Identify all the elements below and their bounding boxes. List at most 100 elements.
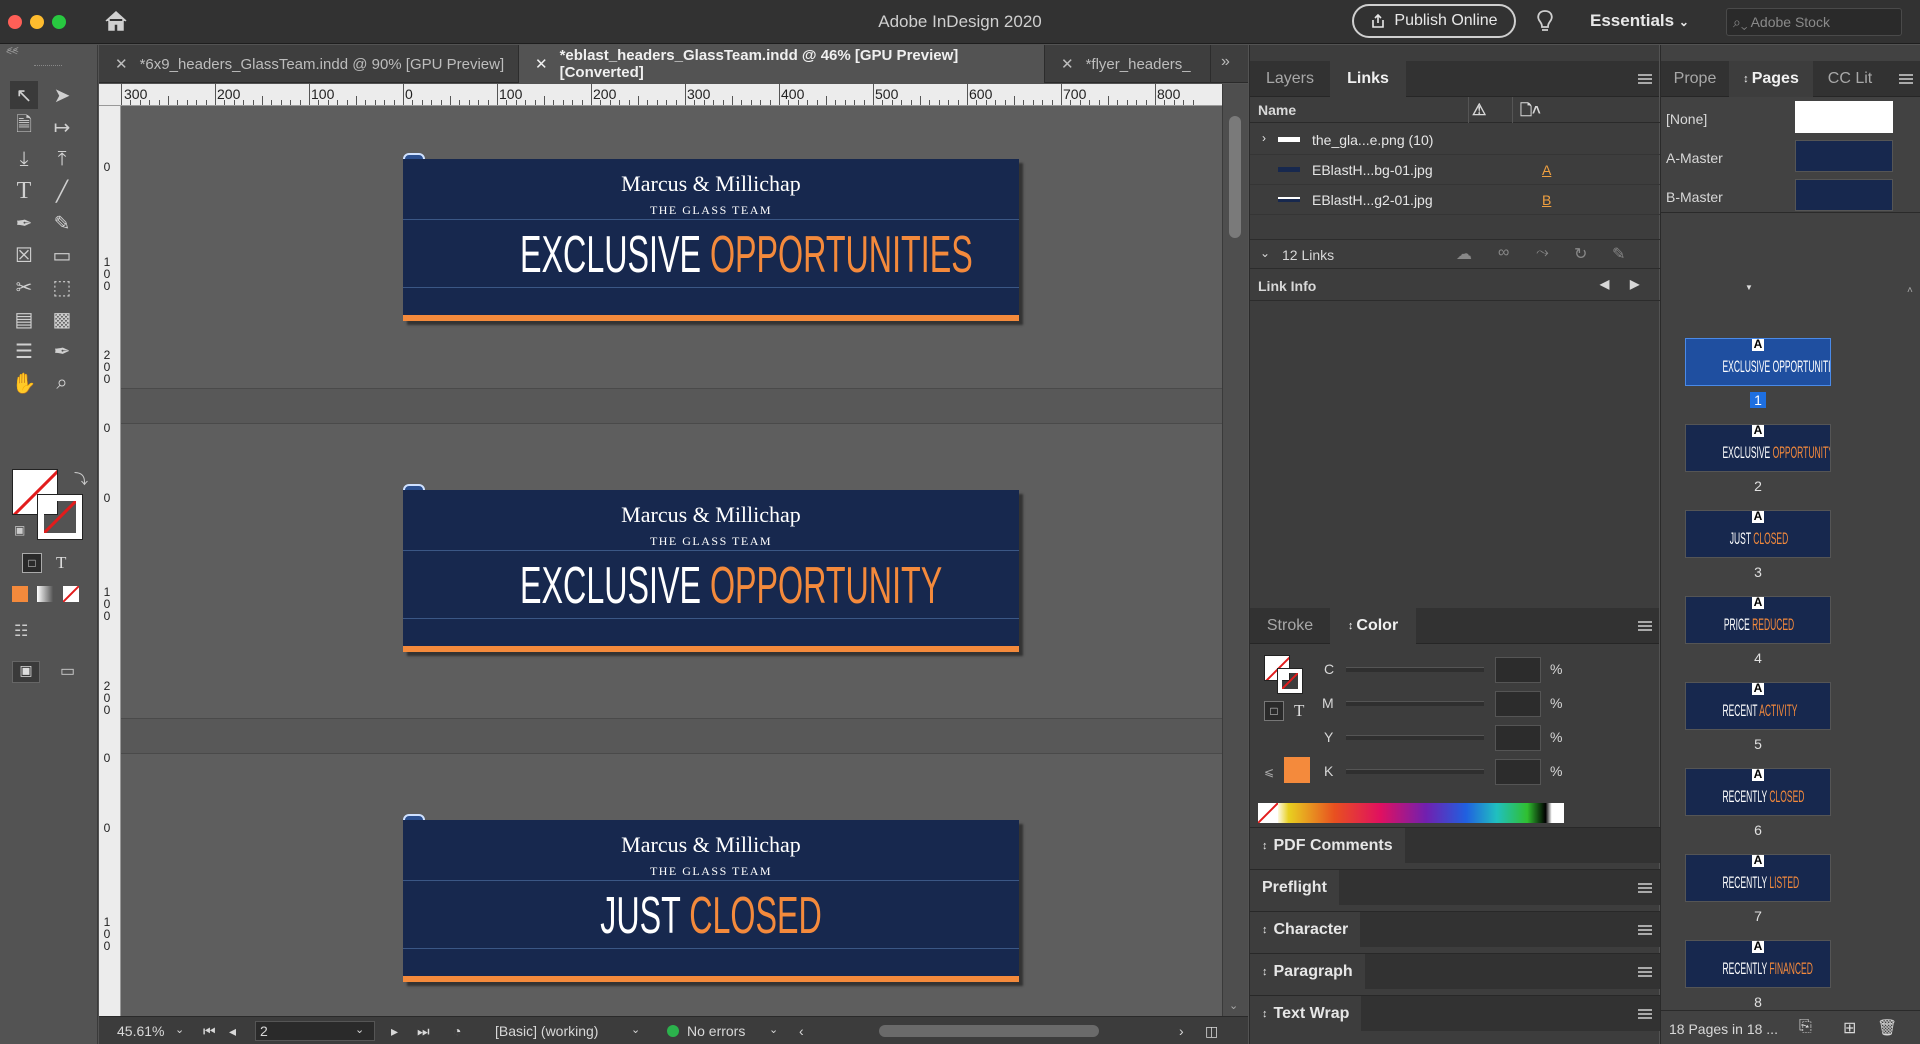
swap-icon[interactable]: ⤵ [74, 469, 88, 489]
panel-menu-icon[interactable] [1638, 967, 1652, 977]
pdf-comments-panel[interactable]: ↕ PDF Comments [1250, 827, 1660, 864]
chevron-down-icon[interactable]: ⌄ [769, 1023, 778, 1036]
next-link-icon[interactable]: ▶ [1630, 277, 1639, 291]
warning-icon[interactable]: ⚠ [1472, 100, 1486, 120]
link-page[interactable]: A [1542, 162, 1551, 178]
page-thumbnail[interactable]: A RECENT ACTIVITY [1685, 682, 1831, 730]
free-transform-tool-icon[interactable]: ⬚ [48, 273, 76, 301]
page-tool-icon[interactable]: 🗎 [10, 113, 38, 141]
page-thumbnail[interactable]: A RECENTLY FINANCED [1685, 940, 1831, 988]
vertical-scrollbar[interactable]: ⌄ [1222, 84, 1248, 1016]
page-thumbnail[interactable]: A RECENTLY LISTED [1685, 854, 1831, 902]
new-page-icon[interactable]: ⊞ [1843, 1018, 1856, 1038]
banner-page-2[interactable]: Marcus & Millichap THE GLASS TEAM EXCLUS… [403, 490, 1019, 652]
page-number-label[interactable]: 3 [1685, 564, 1831, 580]
text-wrap-panel[interactable]: ↕ Text Wrap [1250, 995, 1660, 1032]
scroll-down-icon[interactable]: ⌄ [1229, 999, 1238, 1012]
update-link-icon[interactable]: ↻ [1574, 244, 1587, 264]
previous-link-icon[interactable]: ◀ [1600, 277, 1609, 291]
normal-view-icon[interactable]: ▣ [12, 661, 40, 683]
chevron-down-icon[interactable]: ⌄ [175, 1023, 184, 1036]
screen-mode-icon[interactable]: ☷ [14, 621, 28, 641]
tab-eblast-headers[interactable]: ✕ *eblast_headers_GlassTeam.indd @ 46% [G… [519, 45, 1045, 83]
open-document-icon[interactable]: ◔ [453, 1023, 461, 1039]
magenta-field[interactable] [1495, 691, 1541, 717]
relink-icon[interactable]: ∞ [1498, 244, 1509, 262]
collapse-icon[interactable]: << [7, 45, 19, 56]
page-thumbnail[interactable]: A PRICE REDUCED [1685, 596, 1831, 644]
name-column-header[interactable]: Name [1258, 102, 1296, 118]
horizontal-scroll-thumb[interactable] [879, 1025, 1099, 1037]
link-row[interactable]: EBlastH...bg-01.jpg A [1250, 155, 1660, 185]
page-number-label[interactable]: 6 [1685, 822, 1831, 838]
note-tool-icon[interactable]: ☰ [10, 337, 38, 365]
hand-tool-icon[interactable]: ✋ [10, 369, 38, 397]
cyan-slider[interactable] [1346, 667, 1484, 672]
scissors-tool-icon[interactable]: ✂ [10, 273, 38, 301]
color-spectrum[interactable] [1258, 803, 1564, 823]
panel-label[interactable]: ↕ PDF Comments [1250, 828, 1405, 864]
chevron-down-icon[interactable]: ⌄ [1260, 246, 1270, 260]
previous-page-icon[interactable]: ◂ [229, 1023, 236, 1040]
next-page-icon[interactable]: ▸ [391, 1023, 398, 1040]
go-to-link-icon[interactable]: ⤳ [1536, 244, 1549, 262]
tab-links[interactable]: Links [1330, 61, 1406, 97]
banner-page-1[interactable]: Marcus & Millichap THE GLASS TEAM EXCLUS… [403, 159, 1019, 321]
apply-none-icon[interactable] [63, 586, 79, 602]
tab-6x9-headers[interactable]: ✕ *6x9_headers_GlassTeam.indd @ 90% [GPU … [99, 45, 519, 83]
preview-mode-icon[interactable]: ▭ [60, 661, 75, 681]
panel-menu-icon[interactable] [1638, 1009, 1652, 1019]
tab-stroke[interactable]: Stroke [1250, 608, 1330, 644]
yellow-field[interactable] [1495, 725, 1541, 751]
a-master-label[interactable]: A-Master [1666, 150, 1723, 166]
cyan-field[interactable] [1495, 657, 1541, 683]
preflight-panel[interactable]: Preflight [1250, 869, 1660, 906]
page-number-label[interactable]: 7 [1685, 908, 1831, 924]
workspace-switcher[interactable]: Essentials ⌄ [1590, 11, 1689, 31]
none-color-icon[interactable] [1258, 803, 1278, 823]
publish-online-button[interactable]: Publish Online [1352, 4, 1516, 38]
edit-original-icon[interactable]: ✎ [1612, 244, 1625, 264]
magenta-slider[interactable] [1346, 701, 1484, 706]
scroll-right-icon[interactable]: › [1179, 1023, 1184, 1039]
close-tab-icon[interactable]: ✕ [115, 55, 128, 73]
horizontal-ruler[interactable]: 300 200 100 0 100 200 300 400 500 600 70… [99, 84, 1222, 106]
page-column-icon[interactable]: 🗋˄ [1520, 100, 1541, 125]
preflight-errors[interactable]: No errors [687, 1023, 745, 1039]
tab-flyer-headers[interactable]: ✕ *flyer_headers_ [1045, 45, 1211, 83]
eyedropper-tool-icon[interactable]: ✒ [48, 337, 76, 365]
panel-label[interactable]: ↕ Text Wrap [1250, 996, 1362, 1032]
more-tabs-icon[interactable]: » [1221, 53, 1230, 71]
zoom-level[interactable]: 45.61% [117, 1023, 164, 1039]
page-number-label[interactable]: 1 [1685, 392, 1831, 408]
panel-menu-icon[interactable] [1638, 621, 1652, 631]
b-master-thumb[interactable] [1795, 179, 1893, 211]
panel-menu-icon[interactable] [1638, 883, 1652, 893]
panel-label[interactable]: ↕ Character [1250, 912, 1361, 948]
close-tab-icon[interactable]: ✕ [1061, 55, 1074, 73]
default-colors-icon[interactable]: ▣ [14, 523, 25, 537]
page-thumbnail[interactable]: A RECENTLY CLOSED [1685, 768, 1831, 816]
tab-pages[interactable]: ↕ Pages [1729, 61, 1813, 97]
chevron-down-icon[interactable]: ⌄ [631, 1023, 640, 1036]
preflight-profile[interactable]: [Basic] (working) [495, 1023, 598, 1039]
page-number-label[interactable]: 2 [1685, 478, 1831, 494]
rectangle-frame-tool-icon[interactable]: ☒ [10, 241, 38, 269]
panel-label[interactable]: ↕ Paragraph [1250, 954, 1365, 990]
black-slider[interactable] [1346, 769, 1484, 774]
link-page[interactable]: B [1542, 192, 1551, 208]
document-canvas[interactable]: Marcus & Millichap THE GLASS TEAM EXCLUS… [121, 106, 1222, 1016]
scroll-thumb[interactable] [1229, 116, 1241, 238]
pencil-tool-icon[interactable]: ✎ [48, 209, 76, 237]
gradient-feather-tool-icon[interactable]: ▩ [48, 305, 76, 333]
type-tool-icon[interactable]: T [10, 177, 38, 205]
rectangle-tool-icon[interactable]: ▭ [48, 241, 76, 269]
tab-cc-libraries[interactable]: CC Lit [1813, 61, 1887, 97]
adobe-stock-search[interactable]: ⌕⌄ Adobe Stock [1726, 8, 1902, 36]
page-number-label[interactable]: 8 [1685, 994, 1831, 1010]
scroll-left-icon[interactable]: ‹ [799, 1023, 804, 1039]
formatting-text-icon[interactable]: T [56, 553, 66, 573]
banner-page-3[interactable]: Marcus & Millichap THE GLASS TEAM JUST C… [403, 820, 1019, 982]
zoom-tool-icon[interactable]: ⌕ [48, 369, 76, 397]
link-row[interactable]: EBlastH...g2-01.jpg B [1250, 185, 1660, 215]
